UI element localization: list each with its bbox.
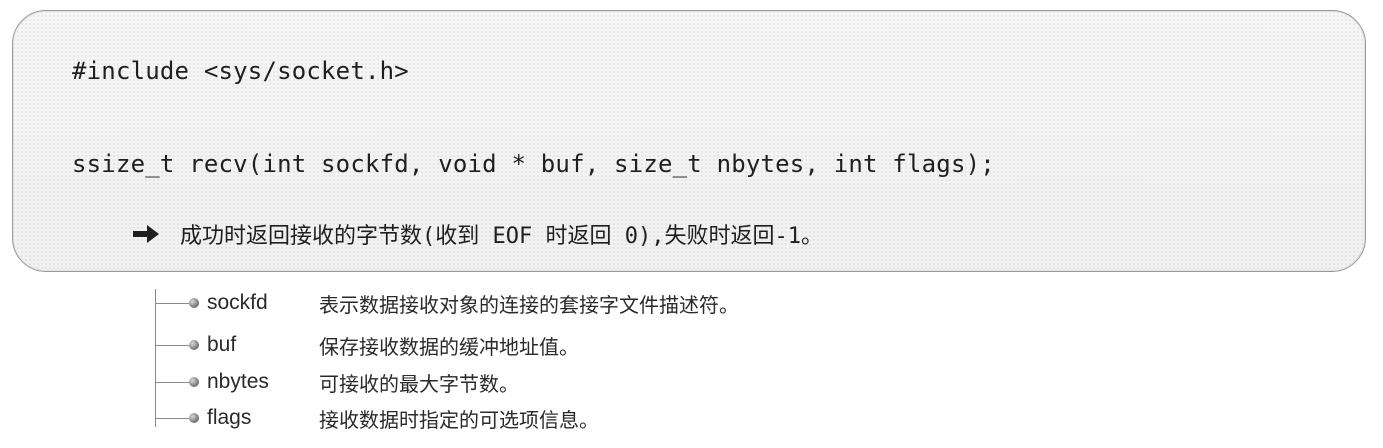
param-desc: 可接收的最大字节数。 (319, 371, 519, 396)
branch-line (155, 417, 189, 419)
param-name: sockfd (207, 291, 268, 314)
param-row-nbytes: nbytes 可接收的最大字节数。 (155, 368, 519, 396)
param-name: flags (207, 406, 252, 429)
param-desc: 表示数据接收对象的连接的套接字文件描述符。 (319, 292, 739, 317)
bullet-icon (189, 413, 199, 423)
branch-line (155, 344, 189, 346)
param-row-flags: flags 接收数据时指定的可选项信息。 (155, 404, 599, 432)
branch-line (155, 302, 189, 304)
branch-line (155, 381, 189, 383)
return-text: 成功时返回接收的字节数(收到 EOF 时返回 0),失败时返回-1。 (180, 224, 823, 249)
bullet-icon (189, 298, 199, 308)
bullet-icon (189, 377, 199, 387)
param-row-sockfd: sockfd 表示数据接收对象的连接的套接字文件描述符。 (155, 289, 739, 317)
param-desc: 保存接收数据的缓冲地址值。 (319, 334, 579, 359)
function-signature: ssize_t recv(int sockfd, void * buf, siz… (72, 150, 995, 178)
bullet-icon (189, 340, 199, 350)
param-desc: 接收数据时指定的可选项信息。 (319, 407, 599, 432)
param-name: buf (207, 333, 237, 356)
param-row-buf: buf 保存接收数据的缓冲地址值。 (155, 331, 579, 359)
include-line: #include <sys/socket.h> (72, 57, 409, 85)
param-name: nbytes (207, 370, 269, 393)
right-arrow-icon (133, 225, 159, 243)
return-value-note: 成功时返回接收的字节数(收到 EOF 时返回 0),失败时返回-1。 (132, 218, 823, 250)
